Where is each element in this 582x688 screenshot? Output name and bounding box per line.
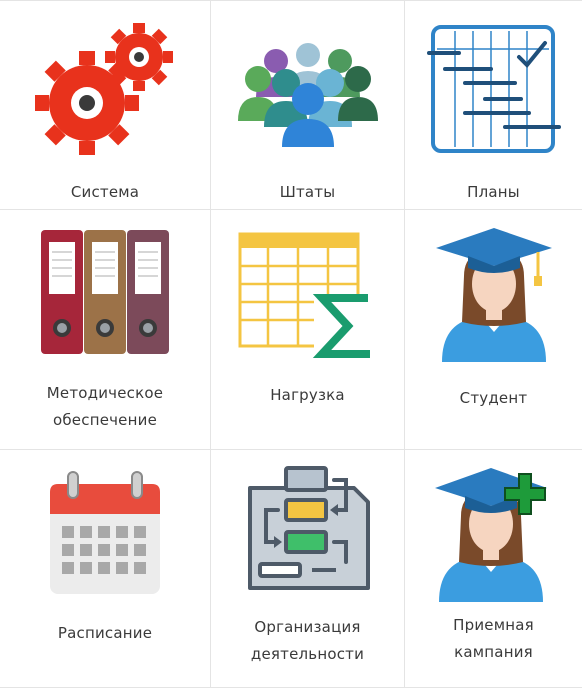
tile-label: Расписание (57, 624, 153, 642)
tile-organizatsiya[interactable]: Организация деятельности (211, 450, 405, 688)
tile-label: Штаты (279, 183, 336, 201)
tile-priemnaya[interactable]: Приемная кампания (405, 450, 582, 688)
tile-metodicheskoe[interactable]: Методическое обеспечение (0, 210, 211, 450)
tile-sistema[interactable]: Система (0, 0, 211, 210)
tile-label: Нагрузка (270, 386, 345, 404)
tile-label: Приемная кампания (453, 616, 534, 661)
spreadsheet-sum-icon (238, 232, 376, 358)
tile-label: Система (70, 183, 140, 201)
tile-label: Планы (467, 183, 520, 201)
calendar-icon (50, 471, 160, 594)
tile-plany[interactable]: Планы (405, 0, 582, 210)
tile-raspisanie[interactable]: Расписание (0, 450, 211, 688)
workflow-flowchart-icon (247, 466, 370, 590)
plan-chart-icon (426, 25, 561, 153)
staff-group-icon (237, 43, 378, 147)
graduate-student-icon (435, 228, 552, 362)
tile-nagruzka[interactable]: Нагрузка (211, 210, 405, 450)
gears-icon (35, 23, 173, 155)
tile-label: Организация деятельности (250, 618, 365, 663)
graduate-add-icon (434, 468, 547, 602)
tile-student[interactable]: Студент (405, 210, 582, 450)
binders-icon (41, 230, 169, 354)
module-grid: Система Штаты Планы Методическое обеспеч… (0, 0, 582, 688)
tile-shtaty[interactable]: Штаты (211, 0, 405, 210)
tile-label: Методическое обеспечение (46, 384, 164, 429)
tile-label: Студент (459, 389, 528, 407)
